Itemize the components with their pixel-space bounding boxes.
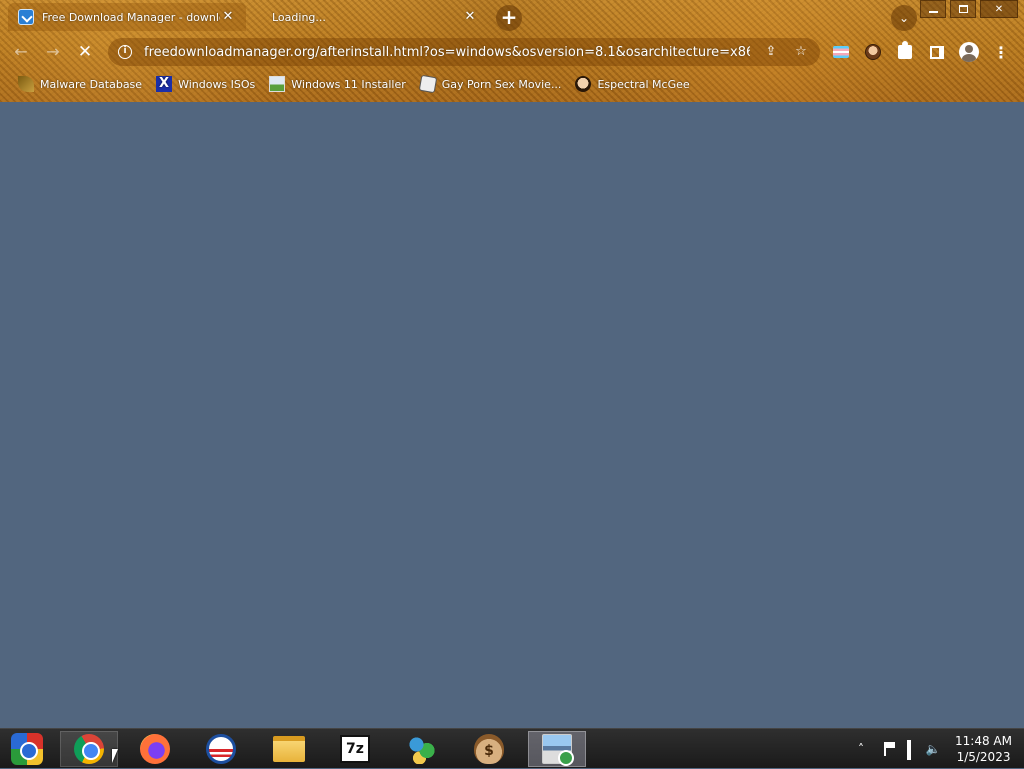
trans-flag-extension-icon[interactable]	[830, 41, 852, 63]
bookmarks-bar: Malware Database X Windows ISOs Windows …	[0, 70, 1024, 98]
bookmark-label: Gay Porn Sex Movie...	[441, 77, 562, 91]
start-icon	[11, 733, 43, 765]
leaf-icon	[18, 76, 34, 92]
close-icon: ✕	[994, 3, 1004, 15]
tab-strip: Free Download Manager - downloa ✕ Loadin…	[0, 0, 1024, 34]
bookmark-espectral-mcgee[interactable]: Espectral McGee	[571, 72, 697, 96]
taskbar-chrome[interactable]	[60, 731, 118, 767]
avatar-extension-icon[interactable]	[862, 41, 884, 63]
bookmark-label: Windows 11 Installer	[291, 77, 406, 91]
image-icon	[269, 76, 286, 92]
browser-toolbar: ← → ✕ i freedownloadmanager.org/afterins…	[0, 34, 1024, 70]
forward-button[interactable]: →	[40, 39, 66, 65]
taskbar-firefox[interactable]	[126, 731, 184, 767]
tab-free-download-manager[interactable]: Free Download Manager - downloa ✕	[8, 3, 246, 31]
close-icon: ✕	[77, 42, 93, 62]
close-window-button[interactable]: ✕	[980, 0, 1018, 18]
bookmark-windows-isos[interactable]: X Windows ISOs	[152, 72, 263, 96]
tab-search-button[interactable]: ⌄	[891, 5, 917, 31]
volume-icon[interactable]: 🔈	[925, 741, 941, 757]
clock[interactable]: 11:48 AM 1/5/2023	[955, 733, 1012, 765]
tab-close-icon[interactable]: ✕	[220, 9, 236, 25]
minimize-button[interactable]	[920, 0, 946, 18]
star-icon[interactable]: ☆	[792, 43, 810, 61]
menu-kebab-icon[interactable]: ⋮	[990, 41, 1012, 63]
people-icon	[406, 734, 436, 764]
info-icon[interactable]: i	[118, 45, 132, 59]
taskbar-file-explorer[interactable]	[260, 731, 318, 767]
system-tray: ˄ 🔈 11:48 AM 1/5/2023	[849, 729, 1024, 769]
tab-title: Free Download Manager - downloa	[42, 10, 220, 24]
cube-icon	[418, 74, 438, 94]
network-icon[interactable]	[901, 740, 917, 760]
extension-icons: ⋮	[830, 41, 1022, 63]
bookmark-label: Malware Database	[40, 77, 143, 91]
start-button[interactable]	[4, 731, 50, 767]
url-text[interactable]: freedownloadmanager.org/afterinstall.htm…	[144, 45, 750, 60]
chrome-icon	[74, 734, 104, 764]
tab-loading[interactable]: Loading... ✕	[254, 3, 488, 31]
money-bag-icon: $	[474, 734, 504, 764]
share-icon[interactable]: ⇪	[762, 43, 780, 61]
puzzle-icon[interactable]	[894, 41, 916, 63]
taskbar-7zip[interactable]: 7z	[326, 731, 384, 767]
taskbar-network-setup[interactable]	[528, 731, 586, 767]
arrow-right-icon: →	[46, 42, 60, 61]
arrow-left-icon: ←	[14, 42, 28, 61]
clock-time: 11:48 AM	[955, 734, 1012, 748]
minimize-icon	[928, 11, 938, 13]
obama-logo-icon	[206, 734, 236, 764]
firefox-icon	[140, 734, 170, 764]
stop-loading-button[interactable]: ✕	[72, 39, 98, 65]
x-icon: X	[156, 76, 173, 92]
chevron-up-icon[interactable]: ˄	[853, 741, 869, 757]
restore-icon	[958, 5, 968, 13]
face-icon	[575, 76, 592, 92]
taskbar-obama[interactable]	[192, 731, 250, 767]
tab-close-icon[interactable]: ✕	[462, 9, 478, 25]
window-controls: ✕	[916, 0, 1018, 18]
clock-date: 1/5/2023	[956, 750, 1011, 764]
taskbar-money-bag[interactable]: $	[460, 731, 518, 767]
browser-frame: Free Download Manager - downloa ✕ Loadin…	[0, 0, 1024, 102]
network-setup-icon	[542, 734, 574, 766]
7zip-icon: 7z	[340, 735, 370, 763]
folder-icon	[273, 736, 305, 762]
mouse-cursor-icon	[112, 749, 118, 763]
restore-button[interactable]	[950, 0, 976, 18]
page-content	[0, 102, 1024, 728]
taskbar-people[interactable]	[392, 731, 450, 767]
fdm-favicon-icon	[18, 9, 34, 25]
new-tab-button[interactable]: +	[496, 5, 522, 31]
bookmark-gay-porn-sex-movie[interactable]: Gay Porn Sex Movie...	[416, 72, 570, 96]
tab-title: Loading...	[272, 10, 326, 24]
profile-icon[interactable]	[958, 41, 980, 63]
bookmark-label: Windows ISOs	[178, 77, 256, 91]
side-panel-icon[interactable]	[926, 41, 948, 63]
address-bar[interactable]: i freedownloadmanager.org/afterinstall.h…	[108, 38, 820, 66]
taskbar: 7z $ ˄ 🔈 11:48 AM 1/5/2023	[0, 728, 1024, 768]
bookmark-label: Espectral McGee	[597, 77, 690, 91]
back-button[interactable]: ←	[8, 39, 34, 65]
bookmark-malware-database[interactable]: Malware Database	[14, 72, 150, 96]
bookmark-windows-11-installer[interactable]: Windows 11 Installer	[265, 72, 414, 96]
action-center-flag-icon[interactable]	[877, 741, 893, 757]
